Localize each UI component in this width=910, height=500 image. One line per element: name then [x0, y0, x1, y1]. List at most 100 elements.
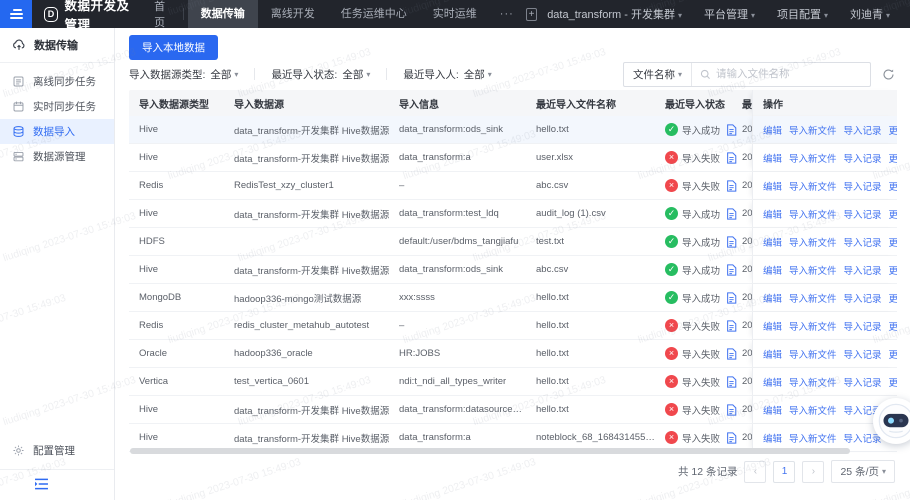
action-edit[interactable]: 编辑 — [763, 207, 782, 221]
action-edit[interactable]: 编辑 — [763, 403, 782, 417]
fail-cross-icon: × — [665, 375, 678, 388]
cluster-selector[interactable]: data_transform - 开发集群 ▾ — [537, 6, 692, 22]
log-file-icon — [727, 263, 737, 276]
sidebar-item-offline-sync[interactable]: 离线同步任务 — [0, 69, 114, 94]
action-more[interactable]: 更多▾ — [889, 347, 897, 361]
nav-tab-offline-dev[interactable]: 离线开发 — [258, 0, 328, 28]
action-import-new-file[interactable]: 导入新文件 — [789, 123, 837, 137]
filter-import-user[interactable]: 最近导入人: 全部 ▾ — [403, 67, 491, 82]
action-edit[interactable]: 编辑 — [763, 291, 782, 305]
table-row: HDFS default:/user/bdms_tangjiafu test.txt… — [129, 228, 897, 256]
action-edit[interactable]: 编辑 — [763, 375, 782, 389]
action-import-new-file[interactable]: 导入新文件 — [789, 347, 837, 361]
action-edit[interactable]: 编辑 — [763, 319, 782, 333]
import-local-data-button[interactable]: 导入本地数据 — [129, 35, 218, 60]
action-import-new-file[interactable]: 导入新文件 — [789, 319, 837, 333]
action-import-new-file[interactable]: 导入新文件 — [789, 375, 837, 389]
table-row: Hive data_transform-开发集群 Hive数据源 data_tran… — [129, 200, 897, 228]
view-log-icon[interactable] — [726, 431, 737, 444]
action-edit[interactable]: 编辑 — [763, 431, 782, 445]
cell-import-info: HR:JOBS — [399, 348, 441, 359]
action-import-new-file[interactable]: 导入新文件 — [789, 403, 837, 417]
refresh-icon[interactable] — [882, 68, 895, 81]
sidebar-item-config-mgmt[interactable]: 配置管理 — [0, 438, 114, 463]
cell-latest-time-clipped: 20 — [742, 152, 752, 163]
action-more[interactable]: 更多▾ — [889, 235, 897, 249]
action-edit[interactable]: 编辑 — [763, 123, 782, 137]
action-import-new-file[interactable]: 导入新文件 — [789, 431, 837, 445]
action-import-new-file[interactable]: 导入新文件 — [789, 235, 837, 249]
action-edit[interactable]: 编辑 — [763, 179, 782, 193]
platform-admin-menu[interactable]: 平台管理 ▾ — [694, 6, 765, 22]
view-log-icon[interactable] — [726, 347, 737, 360]
action-import-records[interactable]: 导入记录 — [844, 319, 882, 333]
nav-more-menu[interactable]: ··· — [490, 8, 524, 20]
action-import-records[interactable]: 导入记录 — [844, 375, 882, 389]
nav-tab-data-transfer[interactable]: 数据传输 — [187, 0, 258, 28]
user-menu[interactable]: 刘迪青 ▾ — [840, 6, 900, 22]
page-size-selector[interactable]: 25 条/页 ▾ — [831, 460, 895, 483]
view-log-icon[interactable] — [726, 403, 737, 416]
view-log-icon[interactable] — [726, 179, 737, 192]
nav-home[interactable]: 首页 — [154, 0, 173, 30]
action-import-new-file[interactable]: 导入新文件 — [789, 207, 837, 221]
action-more[interactable]: 更多▾ — [889, 179, 897, 193]
view-log-icon[interactable] — [726, 319, 737, 332]
action-import-new-file[interactable]: 导入新文件 — [789, 179, 837, 193]
action-import-records[interactable]: 导入记录 — [844, 291, 882, 305]
search-field-selector[interactable]: 文件名称 ▾ — [624, 62, 692, 86]
project-config-menu[interactable]: 项目配置 ▾ — [767, 6, 838, 22]
view-log-icon[interactable] — [726, 207, 737, 220]
cell-import-info: – — [399, 320, 405, 331]
action-more[interactable]: 更多▾ — [889, 375, 897, 389]
action-more[interactable]: 更多▾ — [889, 291, 897, 305]
view-log-icon[interactable] — [726, 151, 737, 164]
view-log-icon[interactable] — [726, 375, 737, 388]
search-input[interactable] — [716, 68, 862, 80]
scrollbar-thumb[interactable] — [130, 448, 851, 454]
action-import-records[interactable]: 导入记录 — [844, 179, 882, 193]
cell-latest-status: ✓ 导入成功 — [655, 235, 740, 249]
current-page-button[interactable]: 1 — [773, 460, 796, 483]
action-import-new-file[interactable]: 导入新文件 — [789, 291, 837, 305]
nav-tab-task-ops-center[interactable]: 任务运维中心 — [328, 0, 420, 28]
sidebar-item-datasource-mgmt[interactable]: 数据源管理 — [0, 144, 114, 169]
nav-expand-icon[interactable]: + — [525, 7, 538, 21]
action-import-records[interactable]: 导入记录 — [844, 263, 882, 277]
view-log-icon[interactable] — [726, 291, 737, 304]
action-edit[interactable]: 编辑 — [763, 263, 782, 277]
action-import-records[interactable]: 导入记录 — [844, 123, 882, 137]
action-import-records[interactable]: 导入记录 — [844, 207, 882, 221]
action-edit[interactable]: 编辑 — [763, 151, 782, 165]
sidebar-item-realtime-sync[interactable]: 实时同步任务 — [0, 94, 114, 119]
view-log-icon[interactable] — [726, 235, 737, 248]
action-more[interactable]: 更多▾ — [889, 151, 897, 165]
assistant-robot-button[interactable] — [873, 398, 910, 444]
collapse-sidebar-icon[interactable] — [34, 477, 49, 495]
action-import-new-file[interactable]: 导入新文件 — [789, 263, 837, 277]
sidebar-item-data-import[interactable]: 数据导入 — [0, 119, 114, 144]
action-edit[interactable]: 编辑 — [763, 235, 782, 249]
status-label: 导入失败 — [682, 433, 721, 445]
action-import-new-file[interactable]: 导入新文件 — [789, 151, 837, 165]
hamburger-menu-icon[interactable] — [0, 0, 33, 28]
action-more[interactable]: 更多▾ — [889, 123, 897, 137]
next-page-button[interactable]: › — [802, 460, 825, 483]
prev-page-button[interactable]: ‹ — [744, 460, 767, 483]
action-import-records[interactable]: 导入记录 — [844, 151, 882, 165]
server-icon — [13, 151, 24, 162]
filter-import-status[interactable]: 最近导入状态: 全部 ▾ — [271, 67, 370, 82]
cell-datasource-type: Hive — [139, 264, 159, 275]
action-more[interactable]: 更多▾ — [889, 319, 897, 333]
action-more[interactable]: 更多▾ — [889, 263, 897, 277]
action-edit[interactable]: 编辑 — [763, 347, 782, 361]
action-more[interactable]: 更多▾ — [889, 207, 897, 221]
view-log-icon[interactable] — [726, 263, 737, 276]
view-log-icon[interactable] — [726, 123, 737, 136]
action-import-records[interactable]: 导入记录 — [844, 235, 882, 249]
action-import-records[interactable]: 导入记录 — [844, 347, 882, 361]
filter-datasource-type[interactable]: 导入数据源类型: 全部 ▾ — [129, 67, 238, 82]
nav-tab-realtime-ops[interactable]: 实时运维 — [420, 0, 490, 28]
status-label: 导入成功 — [682, 293, 721, 305]
import-table: 导入数据源类型 导入数据源 导入信息 最近导入文件名称 最近导入状态 最 操作 … — [129, 90, 897, 452]
